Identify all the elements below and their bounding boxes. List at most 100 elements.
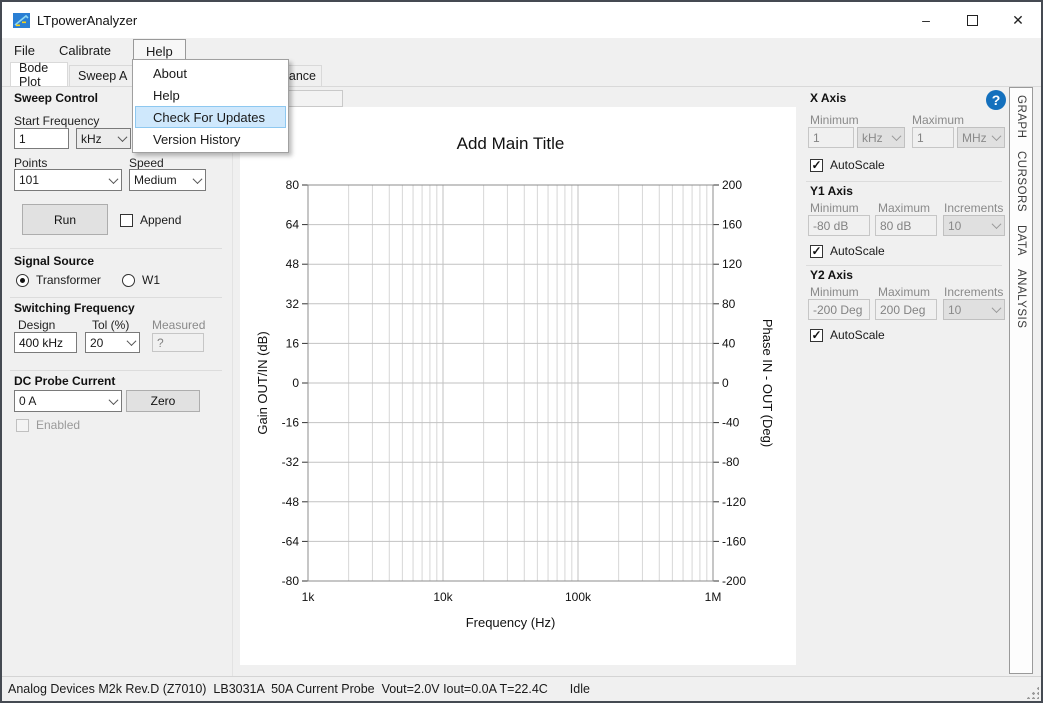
status-state: Idle <box>570 682 590 696</box>
y1-autoscale-checkbox[interactable]: AutoScale <box>810 244 885 258</box>
separator <box>806 181 1002 182</box>
x-autoscale-checkbox[interactable]: AutoScale <box>810 158 885 172</box>
side-tab-data[interactable]: DATA <box>1015 225 1027 256</box>
speed-select[interactable]: Medium <box>129 169 206 191</box>
svg-text:100k: 100k <box>565 590 592 604</box>
menu-item-about[interactable]: About <box>135 62 286 84</box>
y1-max-label: Maximum <box>878 201 930 215</box>
y1-increments-label: Increments <box>944 201 1003 215</box>
svg-text:Frequency (Hz): Frequency (Hz) <box>466 615 556 630</box>
start-frequency-label: Start Frequency <box>14 114 99 128</box>
measured-input <box>152 333 204 352</box>
chevron-down-icon <box>127 336 137 346</box>
minimize-button[interactable]: – <box>903 2 949 38</box>
zero-button[interactable]: Zero <box>126 390 200 412</box>
x-max-input <box>912 127 954 148</box>
side-tab-cursors[interactable]: CURSORS <box>1015 151 1027 212</box>
measured-label: Measured <box>152 318 205 332</box>
side-tab-strip: GRAPH CURSORS DATA ANALYSIS <box>1009 87 1033 674</box>
svg-text:-80: -80 <box>282 574 300 588</box>
radio-unselected-icon <box>122 274 135 287</box>
menu-file[interactable]: File <box>2 39 47 62</box>
svg-text:-120: -120 <box>722 495 746 509</box>
svg-text:-200: -200 <box>722 574 746 588</box>
chevron-down-icon <box>109 395 119 405</box>
window-title: LTpowerAnalyzer <box>37 13 137 28</box>
points-label: Points <box>14 156 47 170</box>
y1-increments-select: 10 <box>943 215 1005 236</box>
tab-bode-plot[interactable]: Bode Plot <box>10 62 68 86</box>
design-label: Design <box>18 318 55 332</box>
svg-text:10k: 10k <box>433 590 453 604</box>
run-button[interactable]: Run <box>22 204 108 235</box>
maximize-button[interactable] <box>949 2 995 38</box>
start-frequency-input[interactable] <box>14 128 69 149</box>
side-tab-graph[interactable]: GRAPH <box>1015 95 1027 138</box>
status-device-info: Analog Devices M2k Rev.D (Z7010) LB3031A… <box>8 682 548 696</box>
y2-autoscale-checkbox[interactable]: AutoScale <box>810 328 885 342</box>
separator <box>10 297 222 298</box>
y2-axis-title: Y2 Axis <box>810 268 853 282</box>
chart-canvas: 1k10k100k1M8020064160481203280164000-16-… <box>240 107 796 665</box>
svg-text:0: 0 <box>722 376 729 390</box>
main-content: Sweep Control Start Frequency kHz Points… <box>2 86 1041 676</box>
signal-source-title: Signal Source <box>14 254 94 268</box>
checkbox-checked-icon <box>810 159 823 172</box>
menu-item-version-history[interactable]: Version History <box>135 128 286 150</box>
svg-text:200: 200 <box>722 178 742 192</box>
y1-min-input <box>808 215 870 236</box>
svg-text:120: 120 <box>722 257 742 271</box>
x-max-unit-select: MHz <box>957 127 1005 148</box>
svg-text:1k: 1k <box>302 590 316 604</box>
svg-text:Phase IN - OUT (Deg): Phase IN - OUT (Deg) <box>760 319 775 447</box>
svg-text:-48: -48 <box>282 495 300 509</box>
svg-text:40: 40 <box>722 336 736 350</box>
x-min-unit-select: kHz <box>857 127 905 148</box>
y1-max-input <box>875 215 937 236</box>
menu-item-help[interactable]: Help <box>135 84 286 106</box>
radio-transformer[interactable]: Transformer <box>16 273 101 287</box>
chevron-down-icon <box>992 219 1002 229</box>
svg-text:80: 80 <box>286 178 300 192</box>
sweep-control-title: Sweep Control <box>14 91 98 105</box>
x-min-label: Minimum <box>810 113 859 127</box>
svg-text:-80: -80 <box>722 455 740 469</box>
y1-min-label: Minimum <box>810 201 859 215</box>
y2-max-input <box>875 299 937 320</box>
x-axis-title: X Axis <box>810 91 846 105</box>
resize-grip-icon[interactable] <box>1026 686 1039 699</box>
speed-label: Speed <box>129 156 164 170</box>
svg-text:-32: -32 <box>282 455 300 469</box>
close-button[interactable]: ✕ <box>995 2 1041 38</box>
help-icon[interactable]: ? <box>986 90 1006 110</box>
status-bar: Analog Devices M2k Rev.D (Z7010) LB3031A… <box>2 676 1041 701</box>
start-frequency-unit-select[interactable]: kHz <box>76 128 131 149</box>
separator <box>10 248 222 249</box>
design-input[interactable] <box>14 332 77 353</box>
graph-panel: 1k10k100k1M8020064160481203280164000-16-… <box>232 87 802 676</box>
chevron-down-icon <box>992 131 1002 141</box>
svg-text:-160: -160 <box>722 534 746 548</box>
svg-text:-16: -16 <box>282 416 300 430</box>
axes-settings-panel: X Axis ? Minimum Maximum kHz MHz AutoSca… <box>802 87 1009 676</box>
minimize-icon: – <box>922 12 930 28</box>
dc-probe-title: DC Probe Current <box>14 374 115 388</box>
separator <box>10 370 222 371</box>
points-select[interactable]: 101 <box>14 169 122 191</box>
svg-text:48: 48 <box>286 257 300 271</box>
dc-probe-current-select[interactable]: 0 A <box>14 390 122 412</box>
radio-w1[interactable]: W1 <box>122 273 160 287</box>
svg-text:80: 80 <box>722 297 736 311</box>
side-tab-analysis[interactable]: ANALYSIS <box>1015 269 1027 328</box>
checkbox-disabled-icon <box>16 419 29 432</box>
svg-text:-64: -64 <box>282 534 300 548</box>
app-window: LTpowerAnalyzer – ✕ File Calibrate Help … <box>0 0 1043 703</box>
svg-text:Add Main Title: Add Main Title <box>457 134 565 153</box>
append-checkbox[interactable]: Append <box>120 213 181 227</box>
menu-item-check-for-updates[interactable]: Check For Updates <box>135 106 286 128</box>
x-min-input <box>808 127 854 148</box>
menu-calibrate[interactable]: Calibrate <box>47 39 123 62</box>
svg-text:64: 64 <box>286 218 300 232</box>
title-bar: LTpowerAnalyzer – ✕ <box>2 2 1041 38</box>
tol-select[interactable]: 20 <box>85 332 140 353</box>
